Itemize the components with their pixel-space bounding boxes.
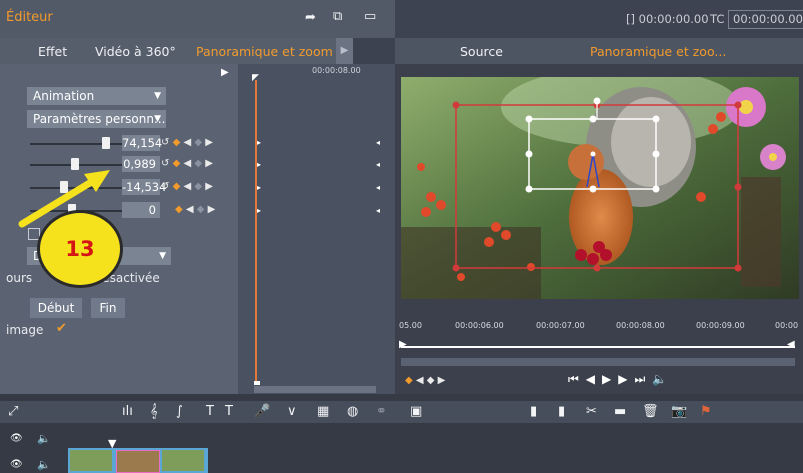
palette-icon[interactable]: ◍ [347, 404, 358, 419]
keyframe-ruler-time: 00:00:08.00 [312, 66, 361, 75]
callout-badge: 13 [37, 210, 123, 288]
eye-icon-2[interactable]: 👁 [10, 459, 23, 470]
ruler-label-4: 00:00:08.00 [616, 321, 665, 330]
marker-in-icon[interactable]: ▮ [530, 404, 537, 419]
open-icon[interactable]: ⤢ [8, 404, 18, 419]
kf-end-1: ◂ [376, 138, 381, 147]
clip-thumb-1 [70, 450, 112, 471]
preset-label: Paramètres personn... [33, 112, 166, 126]
s-curve-icon[interactable]: ∫ [176, 404, 183, 419]
razor-icon[interactable]: ✂ [586, 404, 597, 419]
slider-4-value[interactable]: 0 [122, 202, 160, 218]
checkmark-icon[interactable]: ✔ [56, 321, 67, 336]
tab-panoramique-zoom[interactable]: Panoramique et zoom [196, 44, 333, 59]
ruler-label-3: 00:00:07.00 [536, 321, 585, 330]
speaker-icon-2[interactable]: 🔈 [37, 458, 51, 471]
detach-icon[interactable]: ⧉ [333, 9, 342, 24]
tab-effet[interactable]: Effet [38, 44, 67, 59]
fin-button[interactable]: Fin [91, 298, 125, 318]
scrub-end-marker[interactable]: ◀ [787, 339, 795, 350]
ruler-label-1: 05.00 [399, 321, 422, 330]
keyframe-controls-4[interactable]: ◆ ◀ ◆ ▶ [175, 204, 215, 215]
link-icon[interactable]: ⚭ [376, 404, 387, 419]
animation-dropdown[interactable]: Animation ▼ [27, 87, 166, 105]
editor-titlebar: Éditeur ➦ ⧉ ▭ [0, 0, 395, 38]
keyframe-controls-1[interactable]: ↺ ◆ ◀ ◆ ▶ [161, 137, 213, 148]
text-icon[interactable]: T [206, 404, 214, 419]
audio-bars-icon[interactable]: ılı [122, 404, 133, 419]
tab-panoramique-preview[interactable]: Panoramique et zoo... [590, 44, 726, 59]
slider-2-value[interactable]: 0,989 [122, 156, 160, 172]
preset-dropdown[interactable]: Paramètres personn... ▼ [27, 110, 166, 128]
source-tabs: Source Panoramique et zoo... [395, 38, 803, 64]
chevron-down-icon: ▼ [159, 251, 166, 261]
keyframe-controls-3[interactable]: ↺ ◆ ◀ ◆ ▶ [161, 181, 213, 192]
clip-thumb-3 [162, 450, 204, 471]
camera-icon[interactable]: 📷 [671, 404, 687, 419]
keyframe-timeline[interactable] [238, 64, 395, 394]
scrub-line[interactable] [401, 346, 795, 348]
trash-icon[interactable]: 🗑 [642, 404, 659, 419]
music-icon[interactable]: 𝄞 [150, 404, 158, 419]
tab-source[interactable]: Source [460, 44, 503, 59]
image-icon[interactable]: ▣ [410, 404, 422, 419]
keyframe-controls-2[interactable]: ↺ ◆ ◀ ◆ ▶ [161, 158, 213, 169]
kf-marker-4: ▸ [257, 206, 262, 215]
tabs-scroll-right-icon[interactable]: ▶ [336, 38, 353, 64]
chevron-down-icon: ▼ [154, 91, 161, 101]
player-titlebar: [] 00:00:00.00 TC 00:00:00.00 [395, 0, 803, 38]
timeline-toolbar: ⤢ ılı 𝄞 ∫ T T 🎤 ∨ ▦ ◍ ⚭ ▣ ▮ ▮ ✂ ▬ 🗑 📷 ⚑ [0, 401, 803, 423]
ruler-label-5: 00:00:09.00 [696, 321, 745, 330]
playhead-line[interactable] [255, 80, 257, 384]
chevron-down-icon: ▼ [154, 114, 161, 124]
slider-1-value[interactable]: 74,154 [122, 135, 162, 151]
video-preview[interactable] [401, 77, 799, 299]
slider-3-value[interactable]: -14,534 [122, 179, 166, 195]
layout-icon[interactable]: ▭ [364, 9, 376, 24]
kf-marker-2: ▸ [257, 160, 262, 169]
ruler-label-2: 00:00:06.00 [455, 321, 504, 330]
grid-icon[interactable]: ▦ [317, 404, 329, 419]
animation-label: Animation [33, 89, 95, 103]
transport-controls[interactable]: ⏮◀▶▶⏭🔈 [568, 372, 674, 387]
play-icon[interactable]: ▶ [221, 67, 229, 78]
ours-label: ours [6, 271, 33, 285]
ruler-label-6: 00:00 [775, 321, 799, 330]
microphone-icon[interactable]: 🎤 [254, 404, 270, 419]
transition-icon[interactable]: ∨ [287, 404, 297, 419]
tc-label: TC [710, 12, 725, 26]
clip-thumb-2 [116, 450, 160, 473]
scrub-start-marker[interactable]: ▶ [399, 339, 407, 350]
effect-tabs: Effet Vidéo à 360° Panoramique et zoom [0, 38, 353, 64]
slider-1-knob[interactable] [102, 137, 110, 149]
share-icon[interactable]: ➦ [305, 10, 316, 25]
preview-image [401, 77, 799, 299]
playhead-end [254, 381, 260, 385]
monitor-icon[interactable]: ▬ [614, 404, 626, 419]
kf-marker-1: ▸ [257, 138, 262, 147]
preview-keyframe-controls[interactable]: ◆ ◀ ◆ ▶ [405, 375, 445, 386]
debut-button[interactable]: Début [30, 298, 82, 318]
kf-end-3: ◂ [376, 183, 381, 192]
text-tt-icon[interactable]: T [225, 404, 233, 419]
image-label: image [6, 323, 44, 337]
timecode-left: [] 00:00:00.00 [626, 12, 709, 26]
speaker-icon[interactable]: 🔈 [37, 432, 51, 445]
kf-end-4: ◂ [376, 206, 381, 215]
kf-end-2: ◂ [376, 160, 381, 169]
kf-marker-3: ▸ [257, 183, 262, 192]
playhead-marker-icon[interactable]: ◤ [252, 73, 259, 83]
eye-icon[interactable]: 👁 [10, 433, 23, 444]
keyframe-scrollbar[interactable] [254, 386, 376, 393]
callout-number: 13 [65, 237, 95, 261]
tab-video-360[interactable]: Vidéo à 360° [95, 44, 176, 59]
timeline-clip[interactable] [68, 448, 208, 473]
preview-ruler[interactable]: 05.00 00:00:06.00 00:00:07.00 00:00:08.0… [395, 318, 803, 336]
tc-value-field[interactable]: 00:00:00.00 [728, 10, 803, 29]
editor-title: Éditeur [6, 10, 53, 25]
marker-icon[interactable]: ⚑ [700, 404, 712, 419]
preview-scrollbar[interactable] [401, 358, 795, 366]
marker-out-icon[interactable]: ▮ [558, 404, 565, 419]
